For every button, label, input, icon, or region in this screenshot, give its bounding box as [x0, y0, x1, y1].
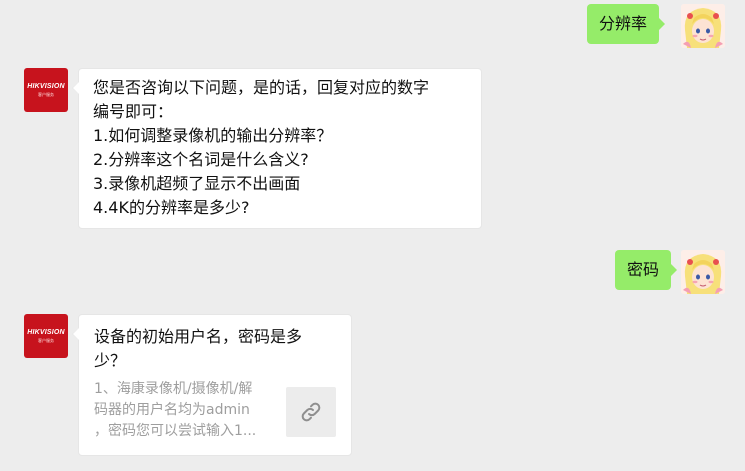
bot-avatar[interactable]: HIKVISION 客户服务: [24, 314, 68, 358]
user-avatar-image: [681, 250, 725, 294]
user-message-text: 密码: [626, 260, 659, 279]
bot-message-line: 3.录像机超频了显示不出画面: [93, 174, 301, 193]
bot-avatar-sub: 客户服务: [38, 92, 54, 97]
bot-avatar-sub: 客户服务: [38, 338, 54, 343]
bot-message-line: 4.4K的分辨率是多少?: [93, 198, 250, 217]
bot-avatar-brand: HIKVISION: [27, 83, 65, 90]
link-icon: [301, 402, 321, 422]
bot-message-line: 2.分辨率这个名词是什么含义?: [93, 150, 309, 169]
link-card-description-line: ，密码您可以尝试输入1...: [94, 423, 257, 439]
link-card-title-line: 少？: [94, 351, 127, 370]
link-card-title-line: 设备的初始用户名，密码是多: [94, 327, 303, 346]
user-message-bubble[interactable]: 分辨率: [586, 4, 666, 44]
link-card-description-line: 1、海康录像机/摄像机/解: [94, 381, 253, 397]
bot-message-line: 编号即可：: [93, 102, 174, 121]
chat-window: 分辨率 HIKVISION 客户服务 您是否咨询以下问题，是的话，回复对应的数字…: [0, 0, 745, 471]
user-avatar-image: [681, 4, 725, 48]
bot-message-bubble[interactable]: 您是否咨询以下问题，是的话，回复对应的数字 编号即可： 1.如何调整录像机的输出…: [72, 68, 482, 229]
link-card-thumbnail: [286, 387, 336, 437]
user-avatar[interactable]: [681, 250, 725, 294]
user-message-bubble[interactable]: 密码: [614, 250, 678, 290]
link-card-description: 1、海康录像机/摄像机/解 码器的用户名均为admin ，密码您可以尝试输入1.…: [94, 379, 276, 442]
bot-avatar-brand: HIKVISION: [27, 329, 65, 336]
link-card[interactable]: 设备的初始用户名，密码是多 少？ 1、海康录像机/摄像机/解 码器的用户名均为a…: [72, 314, 352, 456]
bot-avatar[interactable]: HIKVISION 客户服务: [24, 68, 68, 112]
link-card-description-line: 码器的用户名均为admin: [94, 402, 250, 418]
bot-message-line: 1.如何调整录像机的输出分辨率？: [93, 126, 333, 145]
user-message-text: 分辨率: [598, 14, 647, 33]
link-card-title: 设备的初始用户名，密码是多 少？: [94, 325, 339, 373]
bot-message-line: 您是否咨询以下问题，是的话，回复对应的数字: [93, 78, 430, 97]
user-avatar[interactable]: [681, 4, 725, 48]
